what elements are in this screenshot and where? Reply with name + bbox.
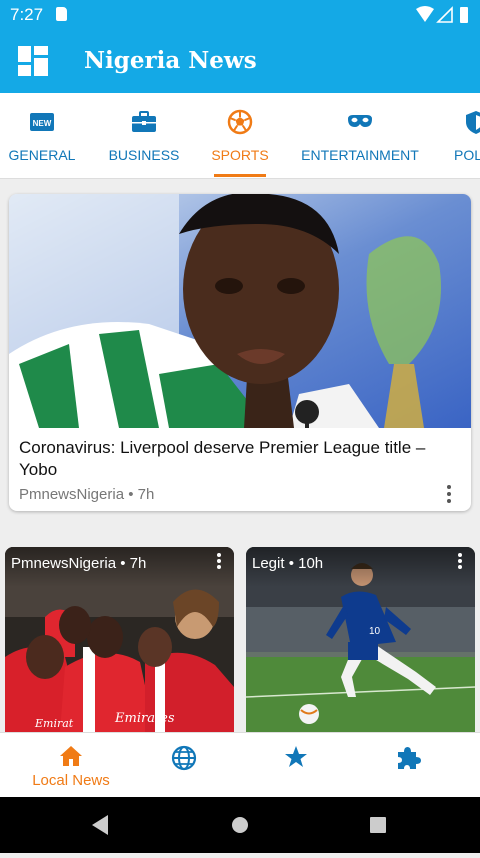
featured-article-meta: PmnewsNigeria • 7h [19, 486, 155, 503]
svg-text:NEW: NEW [33, 119, 52, 128]
article-card-chelsea[interactable]: 10 Legit • 10h [246, 547, 475, 732]
nav-label: Local News [32, 772, 110, 789]
status-icons [416, 6, 468, 23]
article-age: 7h [129, 555, 147, 572]
star-icon [285, 746, 307, 767]
article-meta: PmnewsNigeria • 7h [11, 555, 147, 572]
status-time: 7:27 [10, 5, 44, 24]
globe-icon [171, 745, 197, 771]
tab-politics[interactable]: POL [448, 93, 480, 178]
article-card-arsenal[interactable]: Emirates Emirat PmnewsNigeria • 7h [5, 547, 234, 732]
more-options-icon[interactable] [447, 485, 451, 503]
battery-icon [460, 7, 468, 23]
dashboard-logo-icon[interactable] [18, 46, 48, 76]
tab-business[interactable]: BUSINESS [102, 93, 186, 178]
soccer-ball-icon [227, 109, 253, 135]
signal-icon [436, 6, 453, 23]
article-age: 10h [298, 555, 324, 572]
article-meta: Legit • 10h [252, 555, 324, 572]
featured-article-title[interactable]: Coronavirus: Liverpool deserve Premier L… [19, 437, 459, 481]
more-options-icon[interactable] [458, 553, 462, 571]
app-title: Nigeria News [84, 47, 257, 74]
svg-text:Emirat: Emirat [34, 717, 74, 730]
system-nav-bar [0, 797, 480, 853]
tab-general[interactable]: NEW GENERAL [0, 93, 84, 178]
home-circle-icon[interactable] [232, 817, 248, 833]
app-bar: Nigeria News [0, 30, 480, 93]
wifi-icon [416, 6, 434, 22]
category-tabs: NEW GENERAL BUSINESS SPORTS ENTERTAINMEN… [0, 93, 480, 179]
status-bar: 7:27 [0, 0, 480, 30]
back-icon[interactable] [92, 815, 108, 835]
tab-sports[interactable]: SPORTS [208, 93, 272, 178]
home-icon [60, 746, 82, 766]
tab-entertainment[interactable]: ENTERTAINMENT [300, 93, 420, 178]
nav-world[interactable] [142, 733, 226, 798]
new-badge-icon: NEW [30, 113, 54, 131]
article-source: Legit [252, 555, 285, 572]
active-tab-indicator [214, 174, 266, 177]
nav-favorites[interactable] [254, 733, 338, 798]
tab-label: SPORTS [211, 147, 269, 163]
briefcase-icon [132, 111, 156, 132]
svg-text:Emirates: Emirates [114, 711, 175, 726]
sd-card-icon [56, 7, 67, 21]
article-source: PmnewsNigeria [11, 555, 117, 572]
featured-article-image [9, 194, 471, 428]
tab-label: ENTERTAINMENT [301, 147, 419, 163]
mask-icon [348, 115, 372, 127]
nav-extensions[interactable] [366, 733, 450, 798]
featured-article-card[interactable]: Coronavirus: Liverpool deserve Premier L… [9, 194, 471, 511]
shield-icon [466, 111, 480, 134]
more-options-icon[interactable] [217, 553, 221, 571]
featured-age: 7h [137, 486, 155, 503]
recents-icon[interactable] [370, 817, 386, 833]
tab-label: GENERAL [8, 147, 76, 163]
featured-source: PmnewsNigeria [19, 486, 125, 503]
bottom-navigation: Local News [0, 732, 480, 798]
tab-label: BUSINESS [108, 147, 180, 163]
puzzle-icon [398, 747, 421, 769]
svg-text:10: 10 [369, 626, 381, 637]
tab-label: POL [454, 147, 480, 163]
nav-local-news[interactable]: Local News [0, 733, 142, 798]
